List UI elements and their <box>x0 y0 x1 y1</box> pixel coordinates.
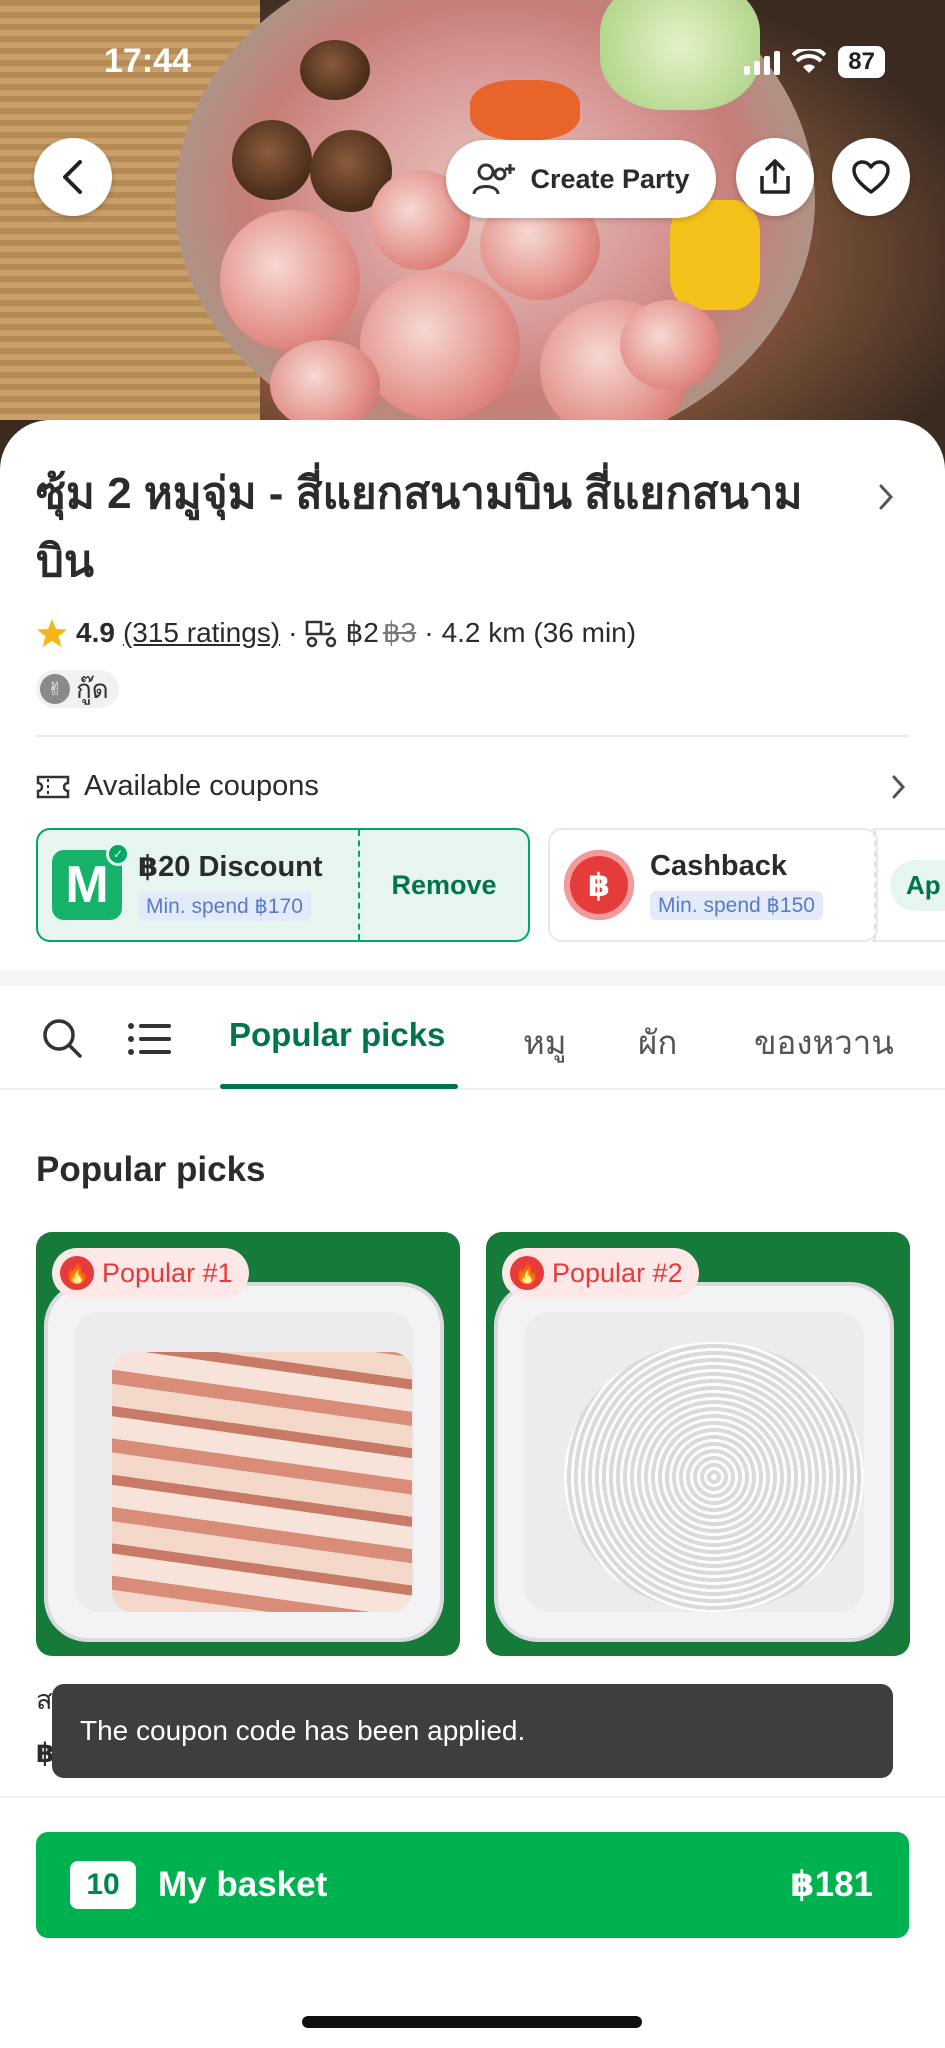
create-party-button[interactable]: Create Party <box>446 140 716 218</box>
divider <box>36 735 909 737</box>
menu-item-card[interactable]: 🔥 Popular #1 <box>36 1232 460 1656</box>
coupon-card-discount[interactable]: M ✓ ฿20 Discount Min. spend ฿170 Remove <box>36 828 530 942</box>
favorite-button[interactable] <box>832 138 910 216</box>
status-time: 17:44 <box>104 42 191 80</box>
battery-indicator: 87 <box>838 46 885 78</box>
tab-pork[interactable]: หมู <box>523 1016 567 1069</box>
my-basket-button[interactable]: 10 My basket ฿181 <box>36 1832 909 1938</box>
rating-value: 4.9 <box>76 616 115 648</box>
restaurant-hero-image: 17:44 87 Create Party <box>0 0 945 470</box>
home-indicator <box>302 2016 642 2028</box>
pork-roll <box>620 300 720 390</box>
basket-total: ฿181 <box>790 1865 873 1904</box>
heart-icon <box>852 160 890 194</box>
carrot <box>470 80 580 140</box>
restaurant-tag: ✌ กู๊ด <box>36 670 119 708</box>
restaurant-name[interactable]: ซุ้ม 2 หมูจุ่ม - สี่แยกสนามบิน สี่แยกสนา… <box>36 460 836 596</box>
available-coupons-row[interactable]: Available coupons <box>36 770 909 803</box>
delivery-bike-icon <box>306 620 337 647</box>
wifi-icon <box>792 49 827 73</box>
restaurant-meta: 4.9 (315 ratings) · ฿2 ฿3 · 4.2 km (36 m… <box>36 616 636 649</box>
merchant-m-logo-icon: M ✓ <box>52 842 130 920</box>
menu-item-card[interactable]: 🔥 Popular #2 <box>486 1232 910 1656</box>
chevron-right-icon[interactable] <box>877 480 897 514</box>
section-title: Popular picks <box>36 1150 266 1189</box>
delivery-fee-original: ฿3 <box>382 617 417 648</box>
apply-coupon-button[interactable]: Ap <box>872 828 945 942</box>
signal-icon <box>744 49 781 75</box>
section-separator <box>0 970 945 986</box>
popular-badge-label: Popular #2 <box>552 1257 683 1288</box>
chevron-right-icon <box>892 775 906 798</box>
coupon-title: ฿20 Discount <box>138 851 323 883</box>
check-icon: ✓ <box>106 842 130 866</box>
share-icon <box>760 159 790 194</box>
pork-belly-image <box>112 1352 412 1612</box>
food-tray <box>494 1282 894 1642</box>
chevron-left-icon <box>63 160 82 194</box>
tag-label: กู๊ด <box>76 673 109 704</box>
popular-badge: 🔥 Popular #2 <box>502 1248 699 1298</box>
delivery-fee: ฿2 <box>345 617 379 648</box>
active-tab-indicator <box>220 1084 458 1089</box>
pork-roll <box>220 210 360 350</box>
menu-item-name: ส <box>36 1685 53 1715</box>
flame-icon: 🔥 <box>510 1256 544 1290</box>
search-icon[interactable] <box>40 1016 84 1060</box>
flame-icon: 🔥 <box>60 1256 94 1290</box>
popular-badge-label: Popular #1 <box>102 1257 233 1288</box>
coupon-min-spend: Min. spend ฿170 <box>138 892 311 921</box>
mushroom <box>300 40 370 100</box>
pork-roll <box>270 340 380 430</box>
status-icons: 87 <box>744 46 885 78</box>
add-people-icon <box>472 163 516 195</box>
menu-list-icon[interactable] <box>128 1022 172 1056</box>
back-button[interactable] <box>34 138 112 216</box>
separator: · <box>424 616 434 648</box>
food-tray <box>44 1282 444 1642</box>
distance-time: 4.2 km (36 min) <box>441 616 637 648</box>
pork-roll <box>360 270 520 420</box>
toast-message: The coupon code has been applied. <box>52 1684 893 1778</box>
basket-count: 10 <box>70 1861 136 1909</box>
remove-coupon-button[interactable]: Remove <box>360 830 528 940</box>
popular-badge: 🔥 Popular #1 <box>52 1248 249 1298</box>
coupon-title: Cashback <box>650 850 788 882</box>
baht-coin-icon: ฿ <box>564 850 634 920</box>
tab-popular-picks[interactable]: Popular picks <box>229 1016 445 1054</box>
create-party-label: Create Party <box>530 163 690 194</box>
separator: · <box>288 616 298 648</box>
peace-hand-icon: ✌ <box>40 674 70 704</box>
star-icon <box>37 618 67 647</box>
tab-vegetables[interactable]: ผัก <box>638 1016 677 1069</box>
glass-noodle-image <box>564 1342 864 1612</box>
ratings-count-link[interactable]: (315 ratings) <box>123 617 280 649</box>
basket-label: My basket <box>158 1865 328 1904</box>
coupons-header-label: Available coupons <box>84 770 319 802</box>
mushroom <box>232 120 312 200</box>
coupon-min-spend: Min. spend ฿150 <box>650 891 823 920</box>
ticket-icon <box>36 775 70 798</box>
menu-tab-bar: Popular picks หมู ผัก ของหวาน <box>0 986 945 1090</box>
apply-label: Ap <box>890 859 945 911</box>
coupon-card-cashback[interactable]: ฿ Cashback Min. spend ฿150 <box>548 828 878 942</box>
cabbage <box>600 0 760 110</box>
share-button[interactable] <box>736 138 814 216</box>
tab-desserts[interactable]: ของหวาน <box>754 1016 894 1069</box>
